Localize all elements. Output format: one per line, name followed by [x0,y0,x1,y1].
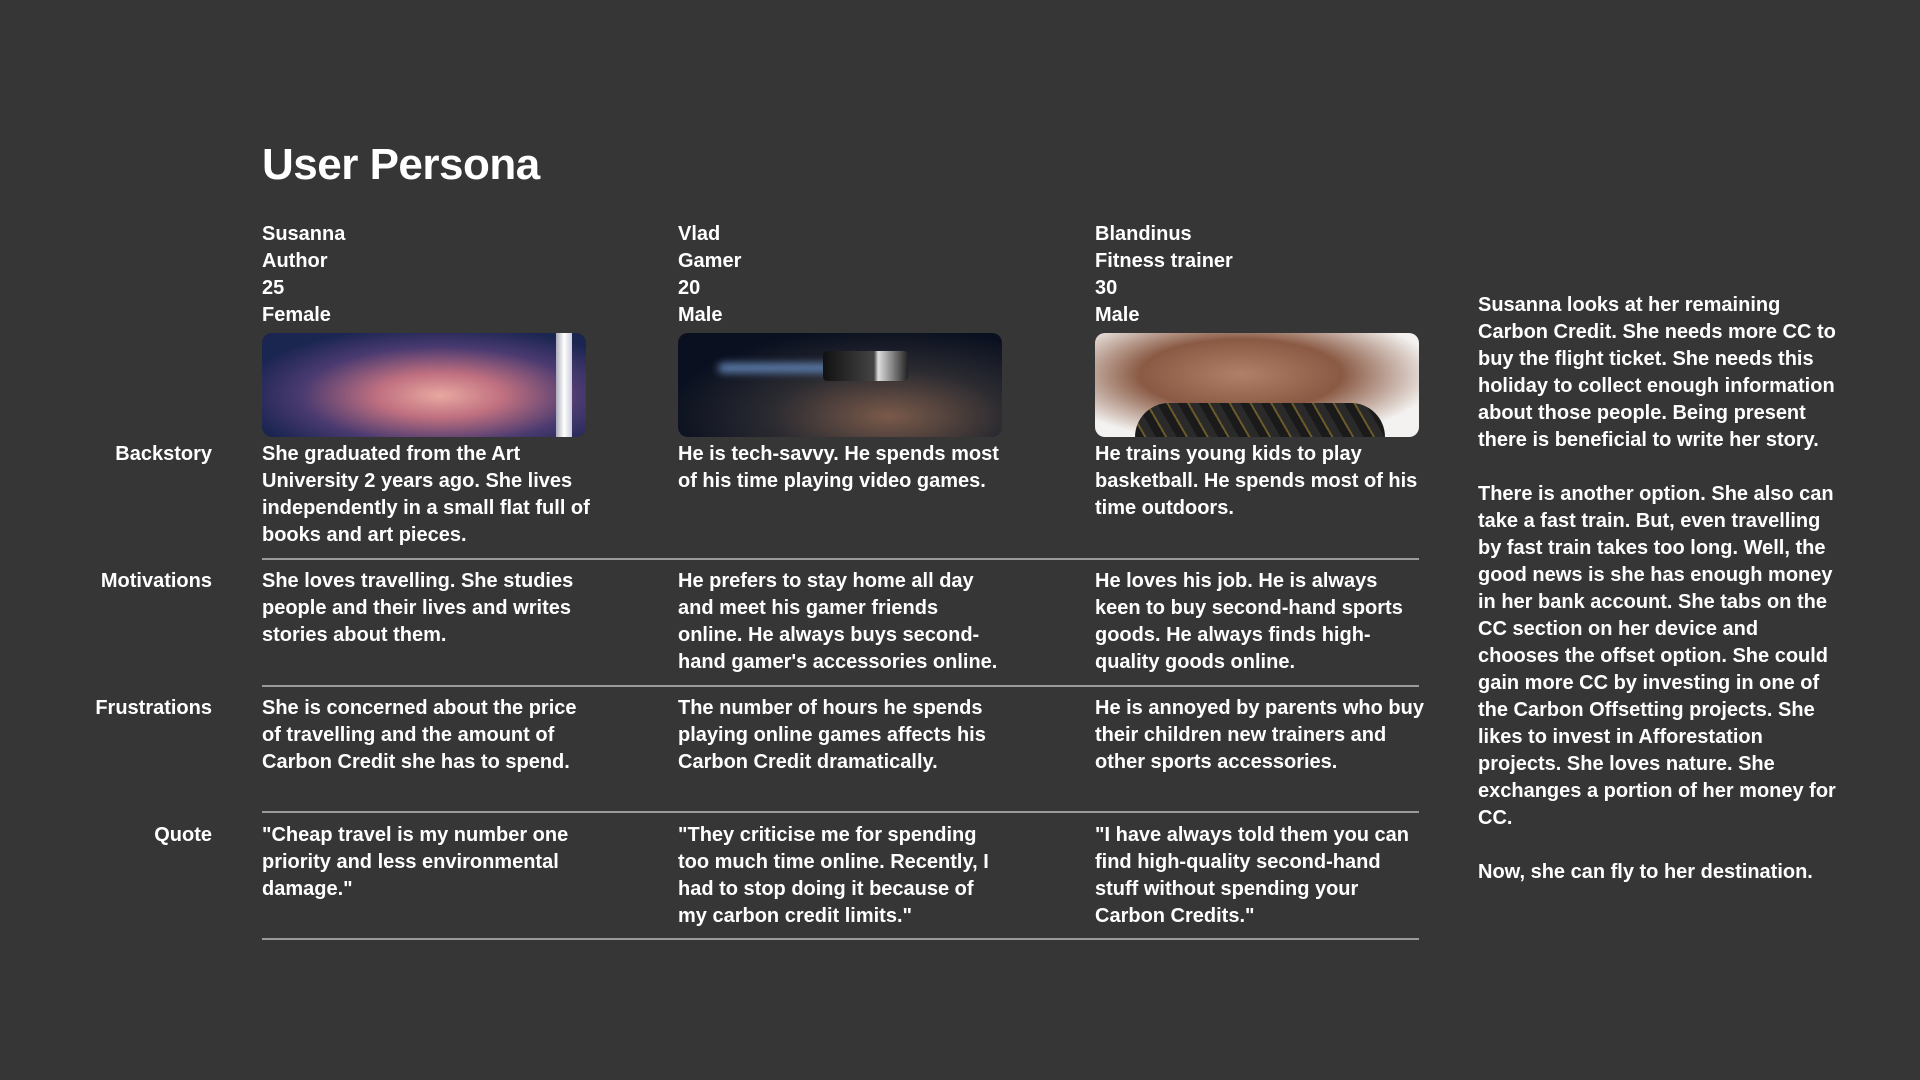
backstory-text: He trains young kids to play basketball.… [1095,443,1418,519]
quote-text: "Cheap travel is my number one priority … [262,824,569,900]
persona-photo-vlad [678,333,1002,437]
page-title: User Persona [262,140,540,189]
persona-occupation: Gamer [678,250,742,272]
persona-photo-susanna [262,333,586,437]
persona-occupation: Fitness trainer [1095,250,1233,272]
persona-name: Susanna [262,223,346,245]
quote-text: "I have always told them you can find hi… [1095,824,1410,927]
persona-header-vlad: Vlad Gamer 20 Male [678,221,1008,329]
motivations-text: He loves his job. He is always keen to b… [1095,570,1403,673]
persona-name: Vlad [678,223,721,245]
persona-gender: Male [678,304,723,326]
persona-name: Blandinus [1095,223,1192,245]
row-label-quote: Quote [154,824,212,846]
persona-occupation: Author [262,250,328,272]
story-paragraph: Susanna looks at her remaining Carbon Cr… [1478,294,1836,451]
persona-gender: Female [262,304,331,326]
persona-header-blandinus: Blandinus Fitness trainer 30 Male [1095,221,1425,329]
backstory-text: He is tech-savvy. He spends most of his … [678,443,999,492]
motivations-text: He prefers to stay home all day and meet… [678,570,998,673]
backstory-text: She graduated from the Art University 2 … [262,443,590,546]
persona-age: 20 [678,277,701,299]
frustrations-text: She is concerned about the price of trav… [262,697,577,773]
row-divider [262,811,1419,813]
row-divider [262,558,1419,560]
row-divider [262,685,1419,687]
frustrations-text: The number of hours he spends playing on… [678,697,986,773]
motivations-text: She loves travelling. She studies people… [262,570,574,646]
frustrations-text: He is annoyed by parents who buy their c… [1095,697,1424,773]
persona-photo-blandinus [1095,333,1419,437]
scenario-story: Susanna looks at her remaining Carbon Cr… [1478,292,1838,913]
persona-age: 25 [262,277,285,299]
row-label-frustrations: Frustrations [95,697,212,719]
row-label-backstory: Backstory [115,443,212,465]
story-paragraph: There is another option. She also can ta… [1478,483,1836,829]
quote-text: "They criticise me for spending too much… [678,824,989,927]
story-paragraph: Now, she can fly to her destination. [1478,861,1813,883]
persona-age: 30 [1095,277,1118,299]
persona-gender: Male [1095,304,1140,326]
row-label-motivations: Motivations [100,570,212,592]
persona-header-susanna: Susanna Author 25 Female [262,221,592,329]
row-divider [262,938,1419,940]
